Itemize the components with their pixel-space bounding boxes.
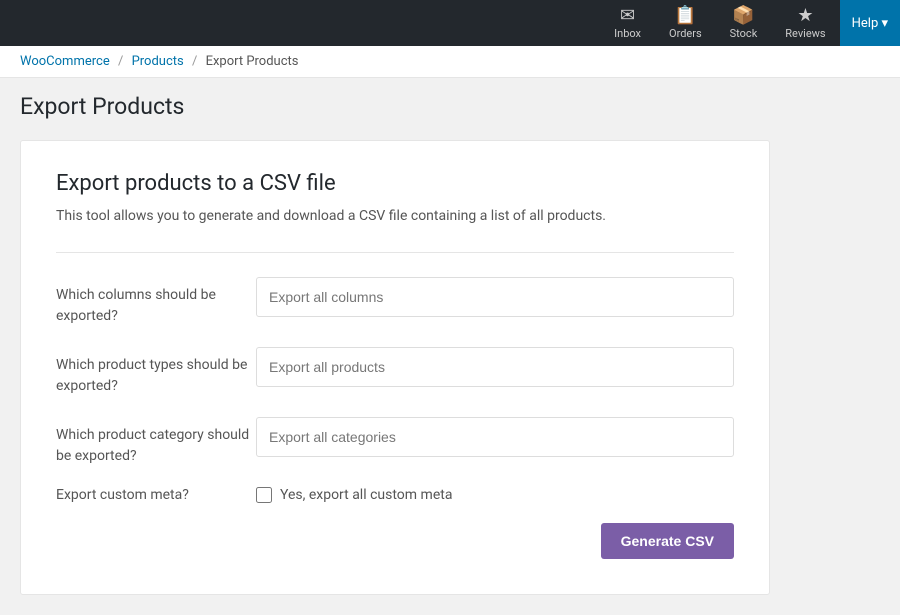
category-label: Which product category should be exporte…	[56, 417, 256, 467]
breadcrumb-sep1: /	[118, 54, 123, 69]
types-row: Which product types should be exported? …	[56, 347, 734, 397]
columns-field: Export all columns	[256, 277, 734, 317]
meta-label: Export custom meta?	[56, 487, 256, 503]
category-field: Export all categories	[256, 417, 734, 457]
category-select[interactable]: Export all categories	[256, 417, 734, 457]
card-description: This tool allows you to generate and dow…	[56, 208, 734, 224]
nav-inbox-label: Inbox	[614, 27, 641, 40]
columns-row: Which columns should be exported? Export…	[56, 277, 734, 327]
export-card: Export products to a CSV file This tool …	[20, 140, 770, 595]
columns-select[interactable]: Export all columns	[256, 277, 734, 317]
inbox-icon: ✉	[620, 7, 635, 25]
page-title-bar: Export Products	[0, 78, 900, 130]
nav-orders-label: Orders	[669, 27, 702, 40]
breadcrumb-current: Export Products	[206, 54, 299, 69]
top-nav: ✉ Inbox 📋 Orders 📦 Stock ★ Reviews Help …	[0, 0, 900, 46]
breadcrumb-products[interactable]: Products	[132, 54, 184, 69]
types-field: Export all products	[256, 347, 734, 387]
button-row: Generate CSV	[56, 523, 734, 559]
page-title: Export Products	[20, 92, 880, 122]
meta-checkbox[interactable]	[256, 487, 272, 503]
main-content: Export products to a CSV file This tool …	[0, 130, 900, 615]
stock-icon: 📦	[732, 7, 754, 25]
types-select[interactable]: Export all products	[256, 347, 734, 387]
nav-stock-label: Stock	[730, 27, 758, 40]
breadcrumb-sep2: /	[192, 54, 197, 69]
breadcrumb-woocommerce[interactable]: WooCommerce	[20, 54, 110, 69]
nav-orders[interactable]: 📋 Orders	[655, 0, 716, 46]
help-button[interactable]: Help ▾	[840, 0, 900, 46]
category-row: Which product category should be exporte…	[56, 417, 734, 467]
nav-stock[interactable]: 📦 Stock	[716, 0, 772, 46]
card-title: Export products to a CSV file	[56, 171, 734, 196]
types-label: Which product types should be exported?	[56, 347, 256, 397]
nav-reviews-label: Reviews	[785, 27, 825, 40]
orders-icon: 📋	[674, 7, 696, 25]
meta-row: Export custom meta? Yes, export all cust…	[56, 487, 734, 503]
reviews-icon: ★	[797, 7, 813, 25]
generate-csv-button[interactable]: Generate CSV	[601, 523, 734, 559]
meta-checkbox-label[interactable]: Yes, export all custom meta	[280, 487, 452, 503]
divider	[56, 252, 734, 253]
nav-inbox[interactable]: ✉ Inbox	[600, 0, 655, 46]
columns-label: Which columns should be exported?	[56, 277, 256, 327]
breadcrumb: WooCommerce / Products / Export Products	[0, 46, 900, 78]
help-label: Help ▾	[852, 16, 888, 31]
nav-reviews[interactable]: ★ Reviews	[771, 0, 839, 46]
meta-checkbox-field: Yes, export all custom meta	[256, 487, 452, 503]
